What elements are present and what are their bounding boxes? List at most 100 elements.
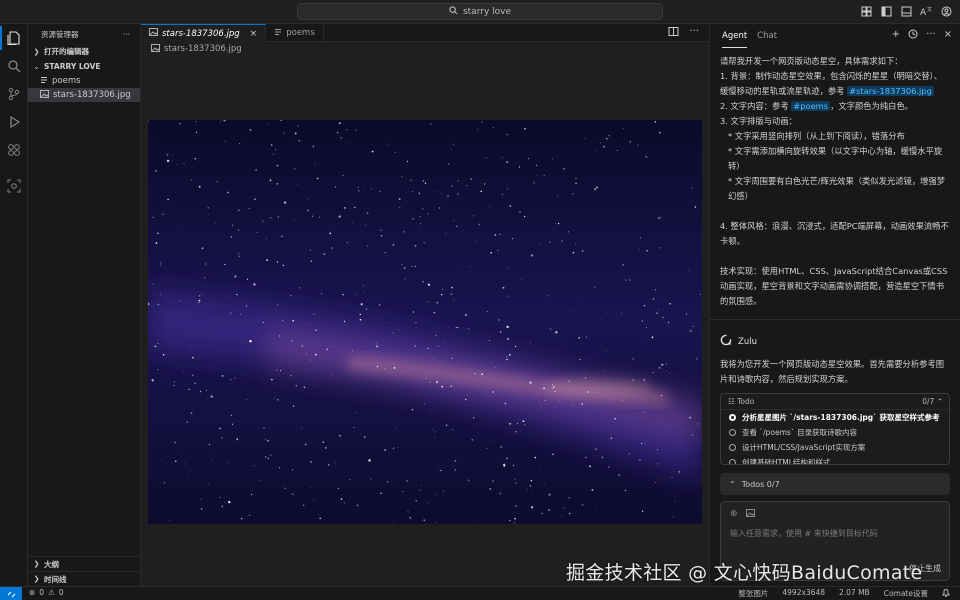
prompt-line: 1. 背景：制作动态星空效果，包含闪烁的星星（明暗交替）、缓慢移动的星轨或流星轨… bbox=[720, 71, 943, 96]
svg-text:文: 文 bbox=[927, 6, 932, 13]
history-icon[interactable] bbox=[908, 29, 918, 42]
image-dimensions: 4992x3648 bbox=[782, 588, 825, 597]
tab-label: stars-1837306.jpg bbox=[162, 28, 240, 39]
more-actions-icon[interactable]: ··· bbox=[689, 26, 699, 40]
zoom-mode[interactable]: 整张图片 bbox=[738, 588, 768, 599]
editor-tab-bar: stars-1837306.jpg × poems ··· bbox=[141, 24, 709, 42]
warning-icon: ⚠ bbox=[48, 588, 55, 597]
tab-poems[interactable]: poems bbox=[266, 24, 324, 42]
split-editor-icon[interactable] bbox=[668, 26, 679, 40]
remote-explorer-icon[interactable] bbox=[5, 177, 23, 195]
divider bbox=[710, 319, 960, 320]
file-reference-chip[interactable]: #stars-1837306.jpg bbox=[847, 86, 934, 96]
prompt-line: * 文字周围要有白色光芒/辉光效果（类似发光滤镜，增强梦幻感） bbox=[728, 176, 946, 201]
image-file-icon bbox=[40, 89, 50, 101]
activity-bar bbox=[0, 24, 28, 586]
sidebar-bottom-sections: ❯ 大纲 ❯ 时间线 bbox=[28, 556, 141, 586]
timeline-section[interactable]: ❯ 时间线 bbox=[28, 571, 141, 586]
todo-item: 查看 `/poems` 目录获取诗歌内容 bbox=[721, 425, 949, 440]
folder-section[interactable]: ⌄ STARRY LOVE bbox=[28, 59, 140, 74]
more-actions-icon[interactable]: ··· bbox=[926, 29, 936, 42]
input-tools: ⊕ bbox=[730, 509, 755, 520]
file-reference-chip[interactable]: #poems bbox=[791, 101, 831, 111]
assistant-name: Zulu bbox=[738, 336, 757, 347]
todo-status-icon bbox=[729, 459, 736, 464]
tab-label: poems bbox=[286, 28, 315, 38]
folder-label: STARRY LOVE bbox=[44, 62, 101, 71]
more-actions-icon[interactable]: ··· bbox=[123, 30, 130, 39]
tab-agent[interactable]: Agent bbox=[722, 24, 748, 48]
chevron-right-icon: ❯ bbox=[33, 575, 40, 583]
agent-panel: Agent Chat + ··· × 请帮我开发一个网页版动态星空，具体需求如下… bbox=[709, 24, 960, 586]
tab-chat[interactable]: Chat bbox=[757, 24, 777, 48]
todo-item: 创建基础HTML结构和样式 bbox=[721, 455, 949, 464]
todo-count: 0/7 ⌃ bbox=[922, 397, 943, 406]
layout-controls: A文 bbox=[860, 4, 952, 18]
tree-item-poems[interactable]: poems bbox=[28, 74, 140, 88]
breadcrumb: stars-1837306.jpg bbox=[141, 42, 709, 56]
assistant-header: Zulu bbox=[720, 334, 757, 349]
watermark: 掘金技术社区 @ 文心快码BaiduComate bbox=[566, 562, 923, 584]
comate-settings[interactable]: Comate设置 bbox=[884, 588, 928, 599]
close-icon[interactable]: × bbox=[944, 29, 952, 42]
extensions-icon[interactable] bbox=[5, 141, 23, 159]
problems-indicator[interactable]: ⊗ 0 ⚠ 0 bbox=[29, 588, 64, 597]
file-lines-icon bbox=[274, 28, 282, 39]
todos-toggle-bar[interactable]: ⌃ Todos 0/7 bbox=[720, 473, 950, 495]
plus-icon[interactable]: + bbox=[892, 29, 900, 42]
status-bar: ⊗ 0 ⚠ 0 整张图片 4992x3648 2.07 MB Comate设置 bbox=[0, 586, 960, 600]
command-center-text: starry love bbox=[462, 6, 512, 17]
tree-item-label: stars-1837306.jpg bbox=[53, 90, 131, 100]
prompt-line: 2. 文字内容：参考 #poems ，文字颜色为纯白色。 bbox=[720, 101, 914, 111]
todo-title: ☷ Todo bbox=[728, 397, 755, 406]
add-context-icon[interactable]: ⊕ bbox=[730, 509, 738, 520]
agent-actions: + ··· × bbox=[892, 29, 952, 42]
source-control-icon[interactable] bbox=[5, 85, 23, 103]
explorer-title: 资源管理器 bbox=[41, 29, 79, 39]
open-editors-section[interactable]: ❯ 打开的编辑器 bbox=[28, 44, 140, 59]
input-placeholder: 输入任意需求，使用 # 来快捷到目标代码 bbox=[730, 529, 878, 538]
outline-label: 大纲 bbox=[44, 559, 59, 569]
search-icon[interactable] bbox=[5, 57, 23, 75]
prompt-line: 请帮我开发一个网页版动态星空，具体需求如下： bbox=[720, 56, 903, 66]
starry-sky-image bbox=[148, 120, 702, 524]
toggle-sidebar-icon[interactable] bbox=[880, 4, 892, 18]
todo-item: 分析星星图片 `/stars-1837306.jpg` 获取星空样式参考 bbox=[721, 410, 949, 425]
assistant-reply: 我将为您开发一个网页版动态星空效果。首先需要分析参考图片和诗歌内容，然后规划实现… bbox=[720, 359, 945, 384]
account-icon[interactable] bbox=[940, 4, 952, 18]
prompt-line: 4. 整体风格：浪漫、沉浸式，适配PC端屏幕，动画效果流畅不卡顿。 bbox=[720, 221, 949, 246]
todo-status-icon bbox=[729, 414, 736, 421]
translate-icon[interactable]: A文 bbox=[920, 4, 932, 18]
chevron-right-icon: ❯ bbox=[33, 560, 40, 568]
outline-section[interactable]: ❯ 大纲 bbox=[28, 556, 141, 571]
editor-area: stars-1837306.jpg × poems ··· stars-1837… bbox=[141, 24, 709, 586]
tree-item-stars-image[interactable]: stars-1837306.jpg bbox=[28, 88, 140, 102]
explorer-icon[interactable] bbox=[0, 26, 23, 50]
svg-text:A: A bbox=[920, 8, 927, 17]
search-icon bbox=[449, 5, 458, 18]
remote-indicator-icon[interactable] bbox=[0, 587, 22, 600]
error-icon: ⊗ bbox=[29, 588, 36, 597]
close-icon[interactable]: × bbox=[250, 29, 258, 39]
image-file-icon bbox=[149, 28, 159, 39]
timeline-label: 时间线 bbox=[44, 574, 67, 584]
open-editors-label: 打开的编辑器 bbox=[44, 47, 89, 56]
layout-grid-icon[interactable] bbox=[860, 4, 872, 18]
breadcrumb-file[interactable]: stars-1837306.jpg bbox=[164, 44, 242, 54]
toggle-panel-icon[interactable] bbox=[900, 4, 912, 18]
chevron-up-icon: ⌃ bbox=[729, 479, 736, 489]
command-center-search[interactable]: starry love bbox=[297, 3, 663, 20]
prompt-line: * 文字需添加横向旋转效果（以文字中心为轴，缓慢水平旋转） bbox=[728, 146, 943, 171]
todo-header[interactable]: ☷ Todo 0/7 ⌃ bbox=[721, 394, 949, 410]
chevron-right-icon: ❯ bbox=[33, 47, 40, 56]
image-file-icon bbox=[151, 43, 161, 55]
tab-stars-image[interactable]: stars-1837306.jpg × bbox=[141, 24, 267, 42]
editor-actions: ··· bbox=[668, 26, 699, 40]
chevron-down-icon: ⌄ bbox=[33, 62, 40, 71]
bell-icon[interactable] bbox=[942, 588, 950, 599]
file-size: 2.07 MB bbox=[839, 588, 870, 597]
list-icon: ☷ bbox=[728, 397, 735, 406]
run-debug-icon[interactable] bbox=[5, 113, 23, 131]
image-upload-icon[interactable] bbox=[745, 509, 755, 520]
status-right-items: 整张图片 4992x3648 2.07 MB Comate设置 bbox=[738, 588, 950, 599]
